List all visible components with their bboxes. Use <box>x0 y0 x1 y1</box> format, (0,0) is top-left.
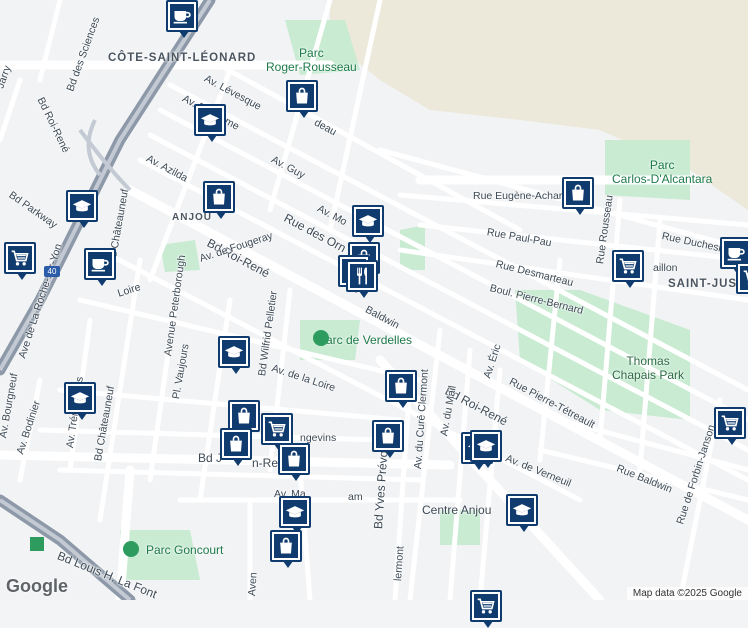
shopping-bag-icon <box>376 424 400 448</box>
park-marker-icon <box>123 541 139 557</box>
coffee-icon <box>88 252 112 276</box>
street-label: am <box>348 491 363 503</box>
poi-marker-shopping[interactable] <box>220 428 252 460</box>
shopping-bag-icon <box>232 404 256 428</box>
poi-marker-shopping[interactable] <box>203 181 235 213</box>
coffee-icon <box>170 4 194 28</box>
street-label: lermont <box>392 546 406 582</box>
google-logo: Google <box>6 576 68 597</box>
shopping-bag-icon <box>282 447 306 471</box>
graduation-cap-icon <box>222 340 246 364</box>
poi-marker-cafe[interactable] <box>84 248 116 280</box>
shopping-cart-icon <box>616 254 640 278</box>
shopping-cart-icon <box>8 246 32 270</box>
graduation-cap-icon <box>198 108 222 132</box>
graduation-cap-icon <box>68 386 92 410</box>
shopping-bag-icon <box>290 84 314 108</box>
graduation-cap-icon <box>356 209 380 233</box>
poi-marker-shopping[interactable] <box>372 420 404 452</box>
park-label-carlos: Parc Carlos-D'Alcantara <box>612 158 712 186</box>
poi-marker-grocery[interactable] <box>714 407 746 439</box>
poi-marker-grocery[interactable] <box>4 242 36 274</box>
poi-marker-grocery[interactable] <box>261 413 293 445</box>
poi-marker-school[interactable] <box>218 336 250 368</box>
park-label-goncourt: Parc Goncourt <box>146 543 223 557</box>
poi-marker-school[interactable] <box>352 205 384 237</box>
poi-marker-restaurant[interactable] <box>346 260 378 292</box>
shopping-cart-icon <box>474 594 498 618</box>
street-label: aillon <box>653 262 678 274</box>
hospital-marker-icon <box>30 537 44 551</box>
graduation-cap-icon <box>70 194 94 218</box>
area-label-cote-saint-leonard: CÔTE-SAINT-LÉONARD <box>108 52 256 64</box>
street-label: Bd J <box>198 451 222 465</box>
area-label-anjou: ANJOU <box>172 212 212 223</box>
poi-marker-cafe[interactable] <box>166 0 198 32</box>
shopping-bag-icon <box>274 534 298 558</box>
street-label: Rue Eugène-Achard <box>473 190 568 202</box>
park-label-thomas-chapais: Thomas Chapais Park <box>612 354 684 382</box>
place-label-centre-anjou: Centre Anjou <box>422 503 491 517</box>
poi-marker-school[interactable] <box>506 494 538 526</box>
poi-marker-shopping[interactable] <box>562 177 594 209</box>
shopping-bag-icon <box>207 185 231 209</box>
poi-marker-shopping[interactable] <box>286 80 318 112</box>
poi-marker-shopping[interactable] <box>270 530 302 562</box>
shopping-bag-icon <box>224 432 248 456</box>
street-label: Aven <box>246 572 260 597</box>
shopping-cart-icon <box>265 417 289 441</box>
park-label-verdelles: Parc de Verdelles <box>318 333 412 347</box>
map-attribution[interactable]: Map data ©2025 Google <box>627 587 748 600</box>
graduation-cap-icon <box>510 498 534 522</box>
park-marker-icon <box>313 330 329 346</box>
poi-marker-shopping[interactable] <box>278 443 310 475</box>
poi-marker-grocery[interactable] <box>736 262 748 294</box>
poi-marker-school[interactable] <box>66 190 98 222</box>
street-label: n-Re <box>252 456 278 470</box>
poi-marker-grocery[interactable] <box>470 590 502 622</box>
poi-marker-school[interactable] <box>194 104 226 136</box>
fork-knife-icon <box>350 264 374 288</box>
poi-marker-school[interactable] <box>64 382 96 414</box>
area-label-saint-justin: SAINT-JUST <box>668 278 745 290</box>
shopping-bag-icon <box>566 181 590 205</box>
graduation-cap-icon <box>283 500 307 524</box>
park-label-roger-rousseau: Parc Roger-Rousseau <box>266 46 357 74</box>
graduation-cap-icon <box>474 434 498 458</box>
poi-marker-school[interactable] <box>470 430 502 462</box>
shopping-cart-icon <box>718 411 742 435</box>
highway-shield-40: 40 <box>44 266 60 277</box>
poi-marker-grocery[interactable] <box>612 250 644 282</box>
poi-marker-school[interactable] <box>279 496 311 528</box>
poi-marker-shopping[interactable] <box>385 370 417 402</box>
shopping-bag-icon <box>389 374 413 398</box>
shopping-cart-icon <box>740 266 748 290</box>
